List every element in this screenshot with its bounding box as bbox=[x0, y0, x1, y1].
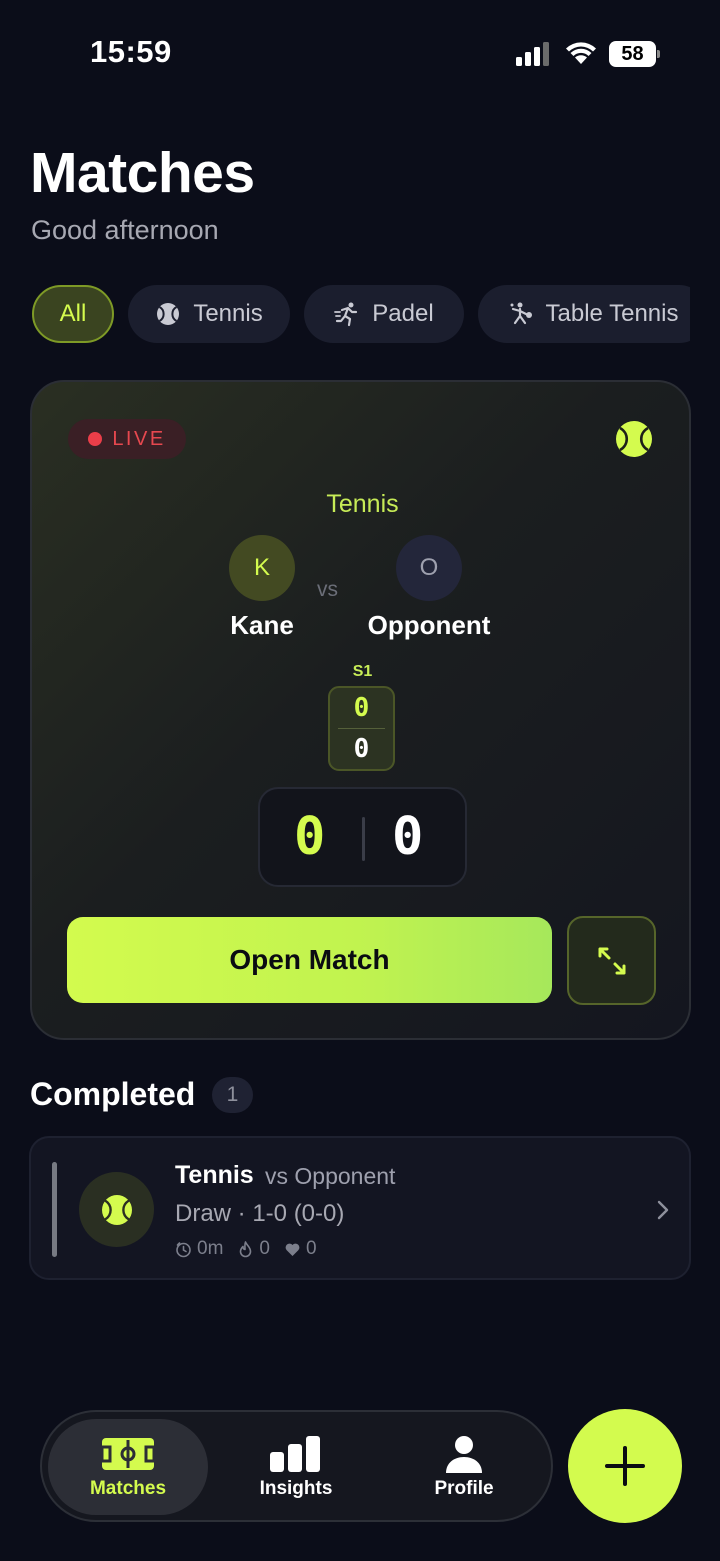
person-icon bbox=[446, 1436, 482, 1473]
heart-icon bbox=[285, 1243, 300, 1256]
heart-stat: 0 bbox=[284, 1238, 317, 1260]
timer-icon bbox=[176, 1241, 191, 1257]
player1-avatar: K bbox=[229, 535, 295, 601]
add-match-button[interactable] bbox=[568, 1409, 682, 1523]
expand-button[interactable] bbox=[567, 916, 656, 1005]
sport-filter-chips: All Tennis Padel Table Tennis bbox=[32, 285, 690, 345]
row-sport-title: Tennis bbox=[175, 1161, 254, 1189]
row-opponent: vs Opponent bbox=[265, 1163, 396, 1189]
sport-icon-container bbox=[79, 1172, 154, 1247]
plus-icon bbox=[605, 1446, 645, 1486]
flame-icon bbox=[240, 1240, 252, 1257]
chevron-right-icon bbox=[657, 1200, 669, 1220]
tab-matches[interactable]: Matches bbox=[48, 1419, 208, 1515]
battery-icon: 58 bbox=[609, 41, 661, 67]
row-result: Draw · 1-0 (0-0) bbox=[175, 1200, 345, 1227]
filter-chip-all[interactable]: All bbox=[32, 285, 114, 343]
player2-name: Opponent bbox=[367, 610, 491, 640]
runner-icon bbox=[334, 302, 358, 327]
match-sport-label: Tennis bbox=[326, 490, 399, 518]
status-time: 15:59 bbox=[90, 34, 172, 69]
duration-stat: 0m bbox=[175, 1238, 223, 1260]
tennis-ball-icon bbox=[101, 1194, 132, 1225]
expand-icon bbox=[598, 947, 625, 974]
row-meta: 0m 0 0 bbox=[175, 1238, 331, 1260]
player2-avatar: O bbox=[396, 535, 462, 601]
score-separator bbox=[362, 817, 365, 861]
set-score-player2: 0 bbox=[353, 734, 370, 764]
bottom-tab-bar: Matches Insights Profile bbox=[40, 1410, 553, 1522]
live-dot-icon bbox=[88, 432, 103, 446]
open-match-button[interactable]: Open Match bbox=[67, 917, 552, 1003]
completed-section-title: Completed bbox=[30, 1076, 196, 1112]
tennis-ball-icon bbox=[616, 421, 652, 457]
live-match-card[interactable]: LIVE Tennis K vs O Kane Opponent S1 0 0 … bbox=[30, 380, 691, 1040]
court-icon bbox=[100, 1438, 156, 1470]
set-label: S1 bbox=[352, 663, 373, 680]
row-accent-bar bbox=[52, 1162, 57, 1257]
filter-chip-padel[interactable]: Padel bbox=[304, 285, 464, 343]
tennis-ball-icon bbox=[157, 303, 180, 325]
tab-insights[interactable]: Insights bbox=[216, 1419, 376, 1515]
filter-chip-tennis[interactable]: Tennis bbox=[128, 285, 290, 343]
game-score-player1: 0 bbox=[294, 807, 326, 867]
set-score-player1: 0 bbox=[353, 693, 370, 723]
game-score-box: 0 0 bbox=[258, 787, 467, 887]
game-score-player2: 0 bbox=[392, 807, 424, 867]
greeting-text: Good afternoon bbox=[31, 215, 219, 245]
completed-match-row[interactable]: Tennis vs Opponent Draw · 1-0 (0-0) 0m 0… bbox=[29, 1136, 691, 1280]
completed-count-badge: 1 bbox=[212, 1077, 253, 1113]
battery-level: 58 bbox=[609, 41, 656, 67]
tab-profile[interactable]: Profile bbox=[384, 1419, 544, 1515]
table-tennis-player-icon bbox=[510, 302, 532, 325]
vs-label: vs bbox=[317, 578, 338, 601]
wifi-icon bbox=[566, 42, 596, 64]
live-badge: LIVE bbox=[68, 419, 186, 459]
player1-name: Kane bbox=[230, 610, 294, 640]
cellular-signal-icon bbox=[516, 42, 549, 66]
status-bar: 15:59 58 bbox=[0, 0, 720, 108]
page-title: Matches bbox=[30, 141, 255, 205]
filter-chip-table-tennis[interactable]: Table Tennis bbox=[478, 285, 690, 343]
bar-chart-icon bbox=[270, 1436, 320, 1472]
set-score-box: 0 0 bbox=[328, 686, 395, 771]
calories-stat: 0 bbox=[237, 1238, 270, 1260]
